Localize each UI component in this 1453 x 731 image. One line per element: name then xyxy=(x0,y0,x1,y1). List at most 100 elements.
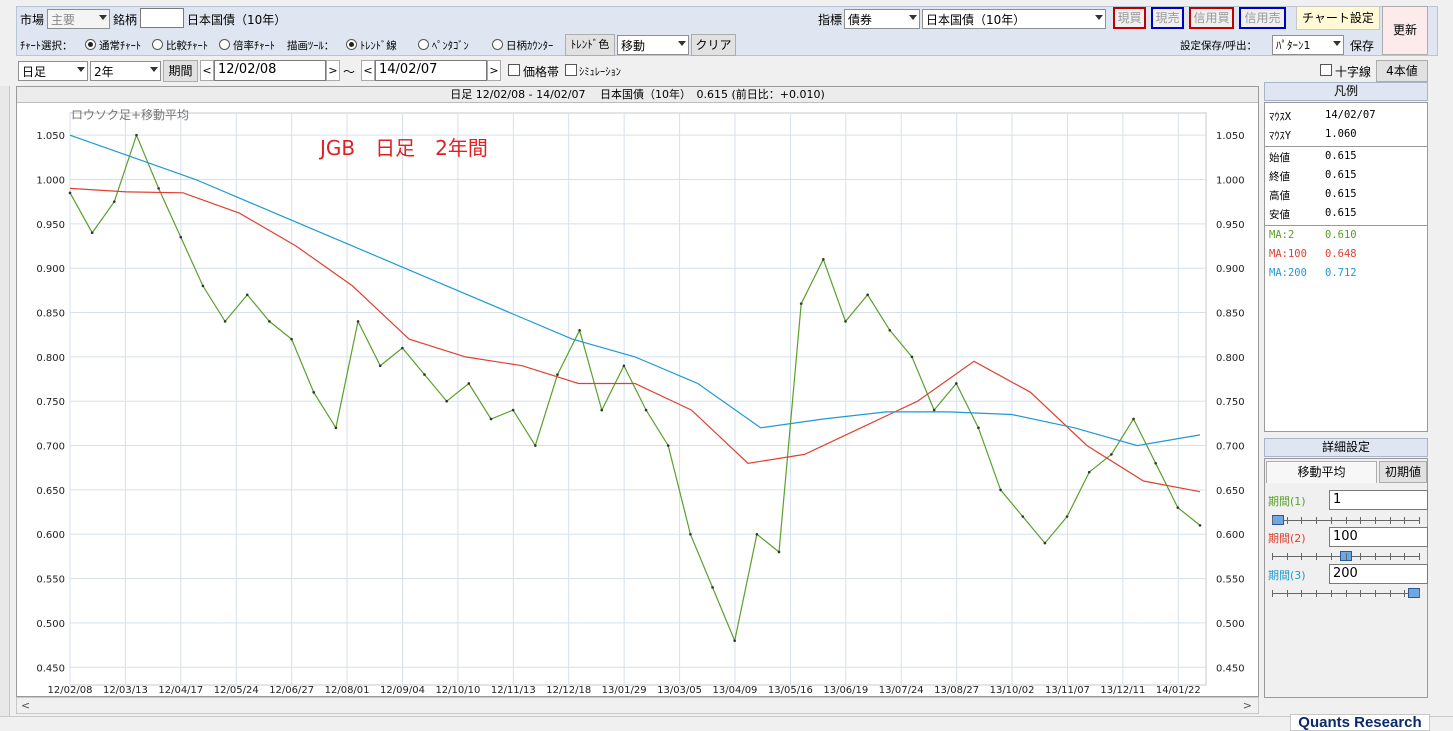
date-from-input[interactable]: 12/02/08 xyxy=(214,60,326,81)
candle-point xyxy=(489,417,493,421)
period-1-slider[interactable] xyxy=(1272,515,1420,525)
candle-point xyxy=(290,337,293,341)
y-tick-label-left: 0.500 xyxy=(36,619,65,630)
y-tick-label-left: 0.750 xyxy=(36,397,65,408)
x-tick-label: 13/03/05 xyxy=(657,685,702,696)
simulation-label: ｼﾐｭﾚｰｼｮﾝ xyxy=(579,66,621,78)
candle-point xyxy=(511,408,515,412)
chart-horizontal-scrollbar[interactable]: < > xyxy=(16,697,1259,714)
x-axis: 12/02/08 12/03/13 12/04/17 12/05/24 12/06/27… xyxy=(48,685,1201,696)
period-button[interactable]: 期間 xyxy=(163,60,198,82)
margin-sell-button[interactable]: 信用売 xyxy=(1239,7,1286,29)
tab-moving-average[interactable]: 移動平均 xyxy=(1266,461,1377,483)
period-2-slider[interactable] xyxy=(1272,551,1420,561)
slider-tick xyxy=(1272,517,1273,524)
refresh-button[interactable]: 更新 xyxy=(1382,6,1428,55)
price-chart[interactable]: 1.050 1.000 0.950 0.900 0.850 0.800 0.750 0.700… xyxy=(17,103,1258,697)
slider-tick xyxy=(1374,553,1376,560)
y-tick-label-right: 1.050 xyxy=(1216,131,1245,142)
indicator-name-select[interactable]: 日本国債（10年） xyxy=(922,9,1106,29)
date-from-prev-button[interactable]: < xyxy=(200,60,214,81)
chart-type-normal-radio[interactable] xyxy=(85,39,96,50)
slider-tick xyxy=(1404,553,1406,560)
crosshair-checkbox[interactable] xyxy=(1320,64,1332,76)
chart-type-ratio-radio[interactable] xyxy=(219,39,230,50)
slider-tick xyxy=(1419,517,1420,524)
scroll-right-arrow-icon[interactable]: > xyxy=(1243,699,1252,712)
x-tick-label: 12/03/13 xyxy=(103,685,148,696)
y-tick-label-left: 0.950 xyxy=(36,220,65,231)
spot-buy-button[interactable]: 現買 xyxy=(1113,7,1146,29)
legend-high: 高値 0.615 xyxy=(1269,188,1357,202)
candle-point xyxy=(334,426,338,430)
series-line-ma100 xyxy=(69,187,1201,493)
simulation-checkbox[interactable] xyxy=(565,64,577,76)
x-tick-label: 13/04/09 xyxy=(713,685,758,696)
pattern-select[interactable]: ﾊﾟﾀｰﾝ1 xyxy=(1272,35,1344,55)
issue-name: 日本国債（10年） xyxy=(187,13,287,27)
period-range-select[interactable]: 2年 xyxy=(90,61,161,81)
y-tick-label-left: 1.000 xyxy=(36,176,65,187)
candle-point xyxy=(1198,524,1202,527)
chart-panel[interactable]: 日足 12/02/08 - 14/02/07 日本国債（10年） 0.615 (… xyxy=(16,86,1259,697)
candle-point xyxy=(135,133,138,137)
x-tick-label: 13/12/11 xyxy=(1100,685,1145,696)
candle-point xyxy=(822,258,825,261)
candle-point xyxy=(401,346,404,350)
legend-ma200: MA:200 0.712 xyxy=(1269,267,1357,279)
market-select[interactable]: 主要 xyxy=(47,9,110,29)
period-3-slider[interactable] xyxy=(1272,588,1420,598)
save-load-label: 設定保存/呼出： xyxy=(1180,40,1258,52)
slider-tick xyxy=(1316,590,1318,597)
draw-trendline-radio[interactable] xyxy=(346,39,357,50)
candle-point xyxy=(799,302,803,305)
spot-sell-button[interactable]: 現売 xyxy=(1151,7,1184,29)
period-3-input[interactable]: 200 xyxy=(1329,564,1428,584)
slider-tick xyxy=(1360,553,1362,560)
date-range-tilde: ～ xyxy=(343,65,356,79)
date-to-next-button[interactable]: > xyxy=(487,60,501,81)
series-line-ma2 xyxy=(69,133,1201,643)
x-tick-label: 12/10/10 xyxy=(435,685,480,696)
four-values-button[interactable]: 4本値 xyxy=(1376,60,1428,82)
price-band-checkbox[interactable] xyxy=(508,64,520,76)
issue-code-input[interactable] xyxy=(140,8,184,28)
chart-settings-button[interactable]: チャート設定 xyxy=(1296,6,1380,30)
clear-button[interactable]: クリア xyxy=(691,34,736,56)
margin-buy-button[interactable]: 信用買 xyxy=(1189,7,1234,29)
issue-label: 銘柄 xyxy=(113,13,138,27)
slider-tick xyxy=(1286,590,1288,597)
legend-title: 凡例 xyxy=(1264,82,1428,101)
candle-point xyxy=(1176,506,1180,509)
reset-defaults-button[interactable]: 初期値 xyxy=(1379,461,1427,483)
trend-color-button[interactable]: ﾄﾚﾝﾄﾞ色 xyxy=(565,34,615,56)
slider-tick xyxy=(1404,517,1406,524)
brand-logo: Quants Research xyxy=(1290,714,1430,731)
period-1-input[interactable]: 1 xyxy=(1329,490,1428,510)
move-select[interactable]: 移動 xyxy=(617,35,689,55)
draw-pentagon-radio[interactable] xyxy=(418,39,429,50)
y-tick-label-right: 0.500 xyxy=(1216,619,1245,630)
candle-point xyxy=(777,550,781,554)
scroll-left-arrow-icon[interactable]: < xyxy=(21,699,30,712)
indicator-label: 指標 xyxy=(818,13,843,27)
candle-point xyxy=(113,200,116,203)
slider-tick xyxy=(1345,590,1347,597)
date-to-prev-button[interactable]: < xyxy=(361,60,375,81)
left-scroll-strip[interactable] xyxy=(0,86,10,716)
x-tick-label: 13/08/27 xyxy=(934,685,979,696)
draw-day-counter-radio[interactable] xyxy=(492,39,503,50)
period-2-input[interactable]: 100 xyxy=(1329,527,1428,547)
period-type-select[interactable]: 日足 xyxy=(18,61,88,81)
save-button[interactable]: 保存 xyxy=(1350,37,1374,54)
period-3-label: 期間(3) xyxy=(1268,569,1306,582)
slider-tick xyxy=(1389,553,1391,560)
date-to-input[interactable]: 14/02/07 xyxy=(375,60,487,81)
candle-point xyxy=(954,382,958,385)
y-tick-label-right: 0.550 xyxy=(1216,575,1245,586)
chart-type-compare-radio[interactable] xyxy=(152,39,163,50)
y-axis-right: 1.050 1.000 0.950 0.900 0.850 0.800 0.750 0.700… xyxy=(1216,131,1245,674)
candle-point xyxy=(1021,515,1025,518)
indicator-select[interactable]: 債券 xyxy=(844,9,920,29)
date-from-next-button[interactable]: > xyxy=(326,60,340,81)
